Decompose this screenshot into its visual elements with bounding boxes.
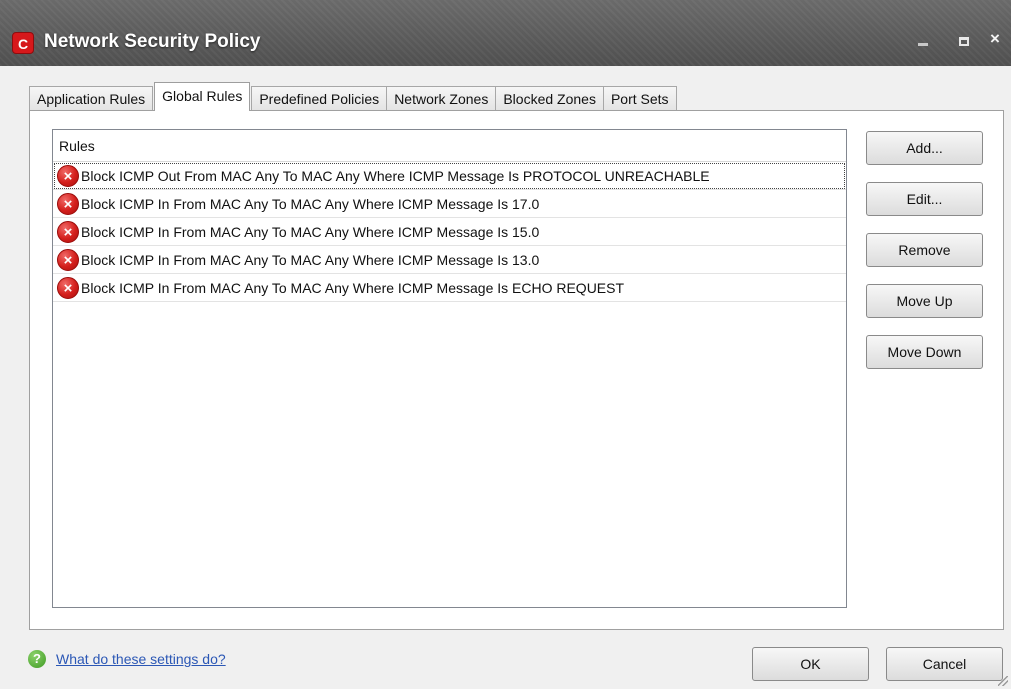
tab-global-rules[interactable]: Global Rules [154, 82, 251, 111]
rule-text: Block ICMP In From MAC Any To MAC Any Wh… [81, 251, 540, 268]
block-icon: × [57, 276, 79, 299]
help-section: ? What do these settings do? [28, 650, 226, 668]
rule-text: Block ICMP In From MAC Any To MAC Any Wh… [81, 223, 540, 240]
window-title: Network Security Policy [44, 31, 261, 52]
help-link[interactable]: What do these settings do? [56, 651, 226, 667]
move-down-button[interactable]: Move Down [866, 335, 983, 369]
ok-button[interactable]: OK [752, 647, 869, 681]
resize-grip-icon[interactable] [998, 676, 1008, 686]
rule-text: Block ICMP Out From MAC Any To MAC Any W… [81, 167, 710, 184]
rule-row[interactable]: × Block ICMP In From MAC Any To MAC Any … [53, 274, 846, 302]
tab-port-sets[interactable]: Port Sets [602, 86, 677, 111]
comodo-app-icon: C [12, 32, 34, 54]
remove-rule-button[interactable]: Remove [866, 233, 983, 267]
help-question-icon: ? [28, 650, 46, 668]
close-icon[interactable]: × [990, 29, 1000, 49]
add-rule-button[interactable]: Add... [866, 131, 983, 165]
block-icon: × [57, 192, 79, 215]
network-security-policy-window: C Network Security Policy × Application … [0, 0, 1011, 689]
block-icon: × [57, 248, 79, 271]
rules-list[interactable]: Rules × Block ICMP Out From MAC Any To M… [52, 129, 847, 608]
rule-row[interactable]: × Block ICMP In From MAC Any To MAC Any … [53, 246, 846, 274]
block-icon: × [57, 164, 79, 187]
rules-column-header[interactable]: Rules [53, 130, 846, 162]
rule-row[interactable]: × Block ICMP In From MAC Any To MAC Any … [53, 218, 846, 246]
tab-strip: Application Rules Global Rules Predefine… [29, 82, 677, 111]
tab-blocked-zones[interactable]: Blocked Zones [495, 86, 604, 111]
edit-rule-button[interactable]: Edit... [866, 182, 983, 216]
tab-network-zones[interactable]: Network Zones [386, 86, 497, 111]
minimize-icon[interactable] [918, 43, 928, 46]
cancel-button[interactable]: Cancel [886, 647, 1003, 681]
rule-row[interactable]: × Block ICMP Out From MAC Any To MAC Any… [53, 162, 846, 190]
rule-row[interactable]: × Block ICMP In From MAC Any To MAC Any … [53, 190, 846, 218]
maximize-icon[interactable] [959, 37, 969, 46]
move-up-button[interactable]: Move Up [866, 284, 983, 318]
rule-text: Block ICMP In From MAC Any To MAC Any Wh… [81, 195, 540, 212]
tab-predefined-policies[interactable]: Predefined Policies [251, 86, 388, 111]
tab-application-rules[interactable]: Application Rules [29, 86, 154, 111]
block-icon: × [57, 220, 79, 243]
title-bar[interactable]: C Network Security Policy × [0, 0, 1011, 66]
rule-text: Block ICMP In From MAC Any To MAC Any Wh… [81, 279, 625, 296]
